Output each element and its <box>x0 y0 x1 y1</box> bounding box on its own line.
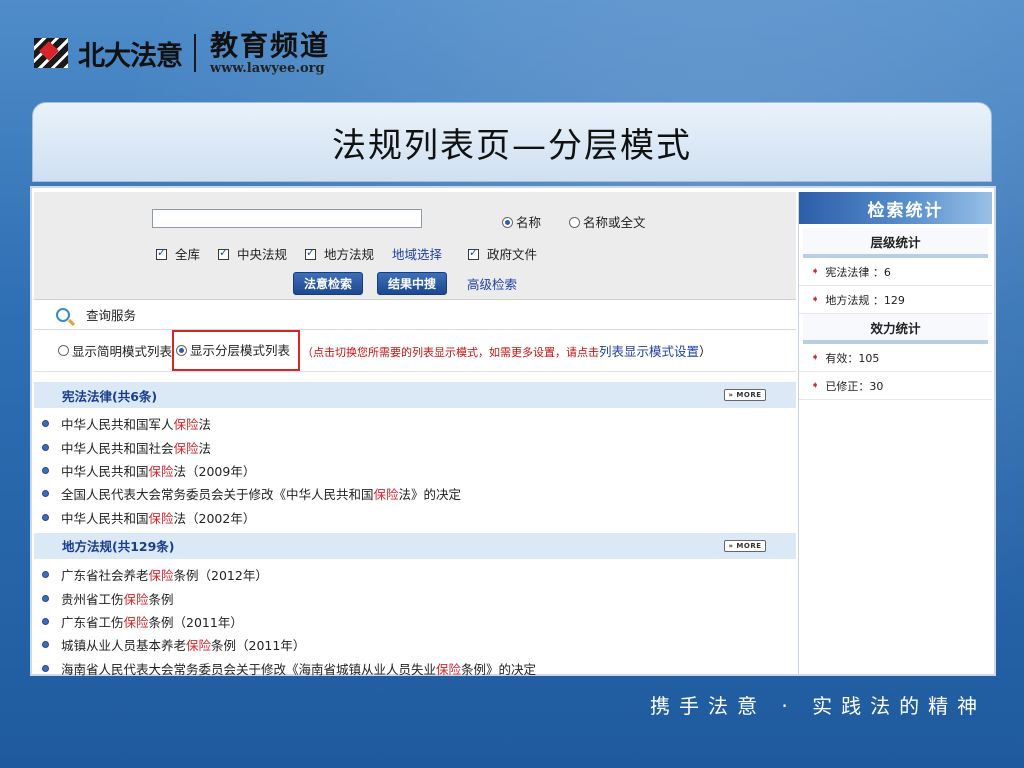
display-mode-bar: 显示简明模式列表 显示分层模式列表 （点击切换您所需要的列表显示模式，如需更多设… <box>34 330 796 372</box>
channel-name: 教育频道 <box>210 28 331 62</box>
simple-mode-label: 显示简明模式列表 <box>72 344 173 359</box>
result-list-local: 广东省社会养老 保险 条例（2012年） 贵州省工伤 保险 条例 广东省工伤 保险 条例（2… <box>34 559 796 680</box>
arrow-icon: ➧ <box>811 380 820 391</box>
layered-mode-highlight: 显示分层模式列表 <box>172 330 301 371</box>
main-content: 名称 名称或全文 全库 中央法规 地方法规 地域选择 政府文件 法意检索 结果中… <box>34 192 796 677</box>
effect-stat-item[interactable]: ➧ 已修正：30 <box>799 372 992 400</box>
bullet-icon <box>42 617 49 625</box>
radio-layered-mode[interactable] <box>176 345 188 356</box>
list-item[interactable]: 海南省人民代表大会常务委员会关于修改《海南省城镇从业人员失业 保险 条例》的决定 <box>34 657 796 680</box>
bullet-icon <box>42 420 49 428</box>
search-button[interactable]: 法意检索 <box>293 272 364 295</box>
bullet-icon <box>42 571 49 579</box>
arrow-icon: ➧ <box>811 266 820 277</box>
mode-settings-link[interactable]: 列表显示模式设置 <box>599 344 699 359</box>
checkbox-all[interactable] <box>156 246 167 260</box>
database-options: 全库 中央法规 地方法规 地域选择 政府文件 <box>156 244 551 263</box>
bullet-icon <box>42 594 49 602</box>
list-item[interactable]: 城镇从业人员基本养老 保险 条例（2011年） <box>34 633 796 656</box>
checkbox-local[interactable] <box>305 246 316 260</box>
checkbox-local-label: 地方法规 <box>324 247 375 262</box>
arrow-icon: ➧ <box>811 352 820 363</box>
refine-search-button[interactable]: 结果中搜 <box>377 272 448 295</box>
more-button[interactable]: » MORE <box>724 539 766 552</box>
screenshot-panel: 名称 名称或全文 全库 中央法规 地方法规 地域选择 政府文件 法意检索 结果中… <box>30 186 996 677</box>
query-service-bar: 查询服务 <box>34 300 796 330</box>
bullet-icon <box>42 443 49 451</box>
radio-name-fulltext-label: 名称或全文 <box>583 215 646 230</box>
more-button[interactable]: » MORE <box>724 389 766 401</box>
region-select-link[interactable]: 地域选择 <box>392 247 442 262</box>
brand-name: 北大法意 <box>78 40 183 72</box>
search-input[interactable] <box>152 209 422 228</box>
site-logo: 北大法意 教育频道 www.lawyee.org <box>34 30 330 76</box>
effect-stat-item[interactable]: ➧ 有效：105 <box>799 344 992 372</box>
list-item[interactable]: 全国人民代表大会常务委员会关于修改《中华人民共和国 保险 法》的决定 <box>34 482 796 505</box>
checkbox-central-label: 中央法规 <box>237 247 288 262</box>
list-item[interactable]: 中华人民共和国 保险 法（2002年） <box>34 506 796 529</box>
radio-simple-mode[interactable] <box>58 345 69 356</box>
search-scope-options: 名称 名称或全文 <box>502 212 670 231</box>
mode-hint: （点击切换您所需要的列表显示模式，如需更多设置，请点击列表显示模式设置） <box>302 344 712 359</box>
slogan: 携手法意 · 实践法的精神 <box>650 694 987 718</box>
radio-name[interactable] <box>502 217 513 228</box>
stats-sidebar: 检索统计 层级统计 ➧ 宪法法律 ：6 ➧ 地方法规 ：129 效力统计 ➧ 有效：1… <box>798 192 992 674</box>
bullet-icon <box>42 641 49 649</box>
checkbox-all-label: 全库 <box>175 247 201 262</box>
effect-stats-heading: 效力统计 <box>803 314 988 344</box>
stats-title-banner: 检索统计 <box>799 192 992 224</box>
radio-name-label: 名称 <box>516 215 542 230</box>
site-url: www.lawyee.org <box>210 60 325 76</box>
level-stats-heading: 层级统计 <box>803 228 988 258</box>
title-banner: 法规列表页—分层模式 <box>32 102 992 182</box>
bullet-icon <box>42 513 49 521</box>
radio-name-fulltext[interactable] <box>569 217 580 228</box>
bullet-icon <box>42 466 49 474</box>
layered-mode-label: 显示分层模式列表 <box>190 343 291 358</box>
list-item[interactable]: 广东省社会养老 保险 条例（2012年） <box>34 563 796 586</box>
search-icon <box>56 307 70 322</box>
list-item[interactable]: 中华人民共和国 保险 法（2009年） <box>34 459 796 482</box>
page-title: 法规列表页—分层模式 <box>332 125 692 166</box>
checkbox-gov-doc[interactable] <box>468 246 479 260</box>
arrow-icon: ➧ <box>811 294 820 305</box>
level-stat-item[interactable]: ➧ 宪法法律 ：6 <box>799 258 992 286</box>
result-list-constitution: 中华人民共和国军人 保险法 中华人民共和国社会 保险法 中华人民共和国 保险 法（200… <box>34 408 796 529</box>
stats-title: 检索统计 <box>867 200 944 221</box>
query-service-label: 查询服务 <box>86 308 137 323</box>
bullet-icon <box>42 490 49 498</box>
lawyee-logo-icon <box>34 36 72 70</box>
search-buttons: 法意检索 结果中搜 高级检索 <box>293 272 517 295</box>
search-area: 名称 名称或全文 全库 中央法规 地方法规 地域选择 政府文件 法意检索 结果中… <box>34 192 796 300</box>
section-title: 地方法规(共129条) <box>62 539 175 555</box>
bullet-icon <box>42 664 49 672</box>
list-item[interactable]: 广东省工伤 保险 条例（2011年） <box>34 610 796 633</box>
list-item[interactable]: 中华人民共和国社会 保险法 <box>34 435 796 458</box>
logo-divider <box>194 34 196 72</box>
checkbox-central[interactable] <box>218 246 229 260</box>
checkbox-gov-doc-label: 政府文件 <box>487 247 538 262</box>
level-stat-item[interactable]: ➧ 地方法规 ：129 <box>799 286 992 314</box>
section-header-local[interactable]: 地方法规(共129条) » MORE <box>34 532 796 559</box>
advanced-search-link[interactable]: 高级检索 <box>467 274 517 293</box>
section-header-constitution[interactable]: 宪法法律(共6条) » MORE <box>34 382 796 408</box>
section-title: 宪法法律(共6条) <box>62 388 158 404</box>
list-item[interactable]: 中华人民共和国军人 保险法 <box>34 412 796 435</box>
list-item[interactable]: 贵州省工伤 保险 条例 <box>34 586 796 609</box>
